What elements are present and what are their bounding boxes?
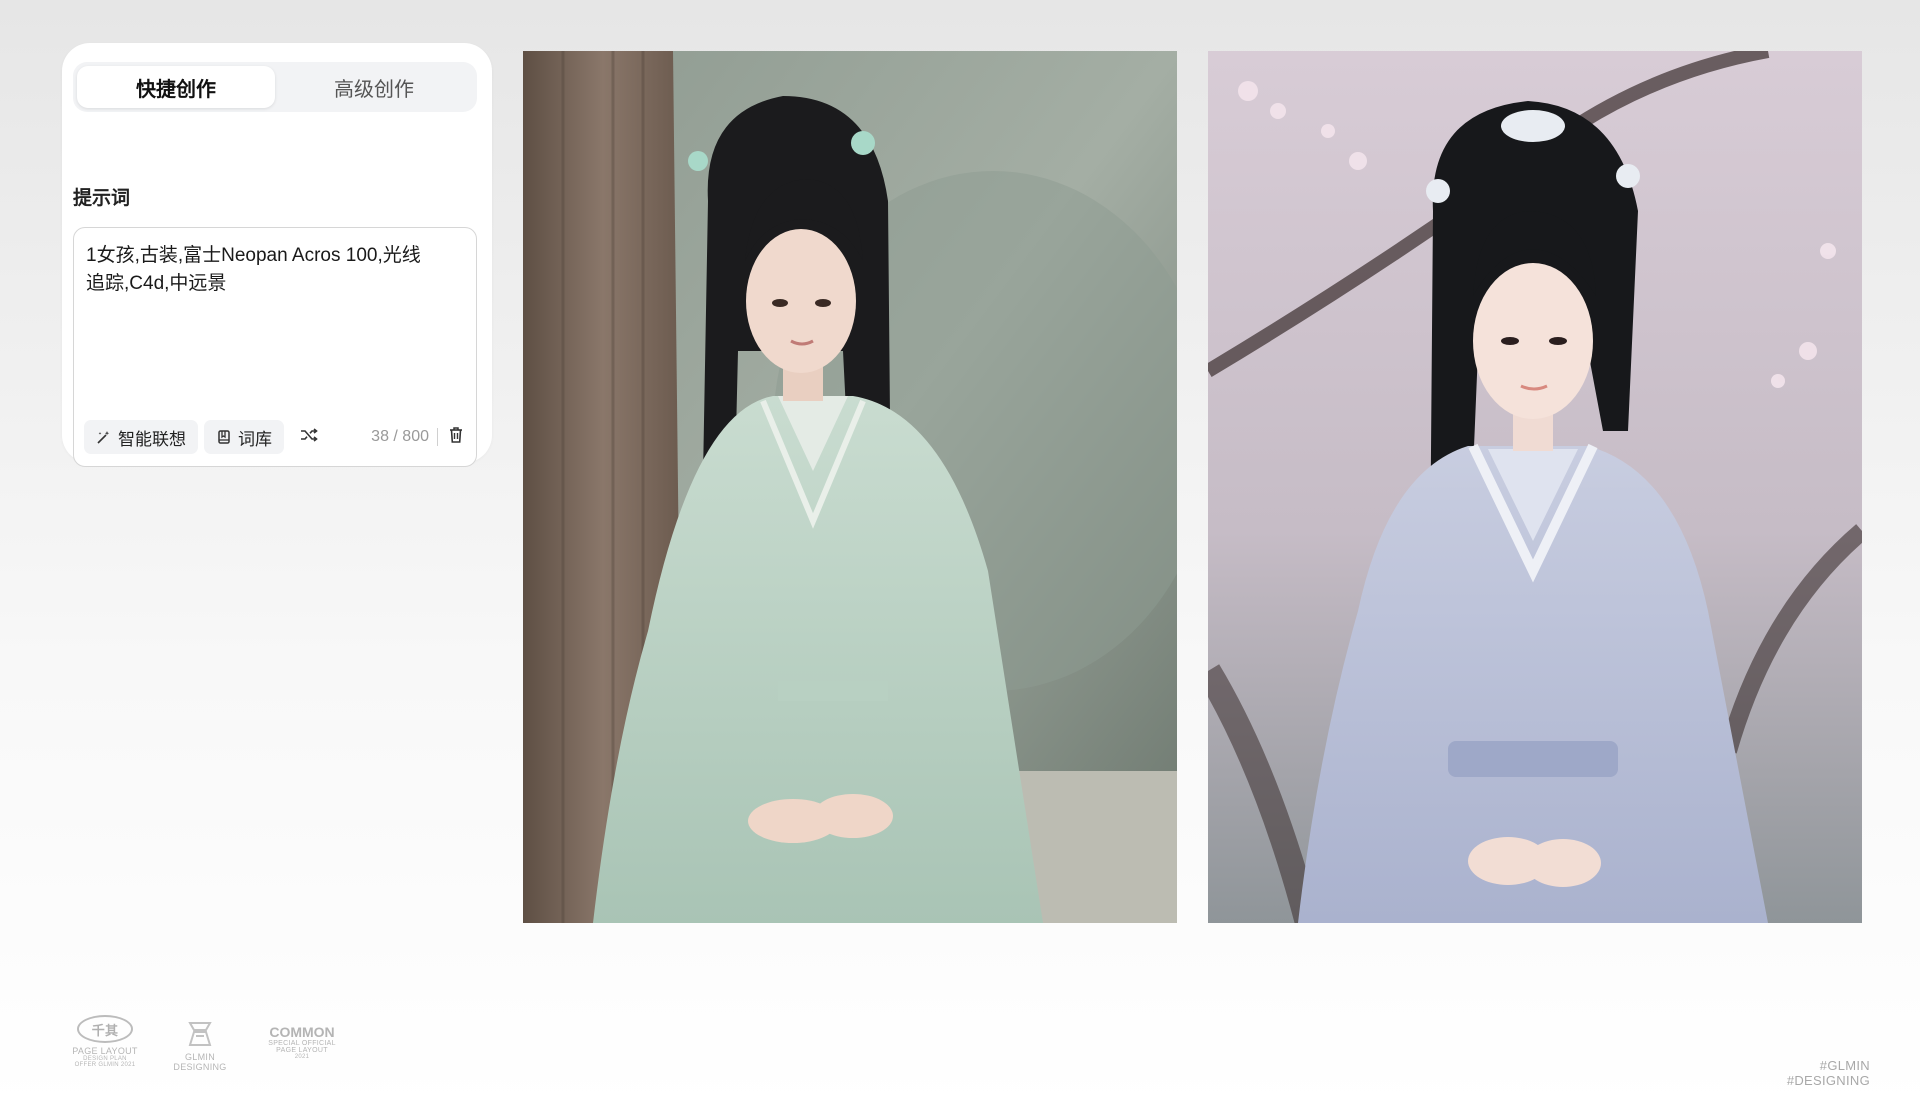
char-counter: 38 / 800 xyxy=(371,428,429,445)
magic-wand-icon xyxy=(96,429,112,445)
logo-mark-oval: 千其 xyxy=(77,1015,133,1043)
footer-logo-page-layout: 千其 PAGE LAYOUT DESIGN PLAN OFFER GLMIN 2… xyxy=(70,1015,140,1068)
logo1-line3: OFFER GLMIN 2021 xyxy=(74,1062,136,1068)
clear-button[interactable] xyxy=(446,426,466,448)
smart-suggest-label: 智能联想 xyxy=(118,429,186,449)
logo3-line1: SPECIAL OFFICIAL xyxy=(268,1040,336,1047)
generated-image-1[interactable] xyxy=(523,51,1177,923)
hashtag-designing: #DESIGNING xyxy=(1786,1073,1870,1088)
tab-advanced-create[interactable]: 高级创作 xyxy=(275,66,473,108)
word-library-label: 词库 xyxy=(238,429,272,449)
shuffle-icon xyxy=(299,427,319,448)
footer-logo-glmin: GLMIN DESIGNING xyxy=(172,1020,228,1072)
prompt-text[interactable]: 1女孩,古装,富士Neopan Acros 100,光线追踪,C4d,中远景 xyxy=(86,242,426,298)
logo2-line1: GLMIN xyxy=(184,1052,215,1062)
trash-icon xyxy=(448,426,464,449)
prompt-toolbar: 智能联想 词库 38 / 800 xyxy=(84,420,466,454)
footer-logo-common: COMMON SPECIAL OFFICIAL PAGE LAYOUT 2021 xyxy=(262,1024,342,1060)
tab-quick-create[interactable]: 快捷创作 xyxy=(77,66,275,108)
hashtag-block: #GLMIN #DESIGNING xyxy=(1787,1058,1870,1088)
smart-suggest-button[interactable]: 智能联想 xyxy=(84,420,198,454)
logo3-line3: 2021 xyxy=(294,1054,310,1060)
glmin-mark-icon xyxy=(186,1020,214,1048)
book-icon xyxy=(216,429,232,445)
logo2-line2: DESIGNING xyxy=(173,1062,227,1072)
logo3-line2: PAGE LAYOUT xyxy=(276,1047,328,1054)
prompt-label: 提示词 xyxy=(73,188,131,209)
shuffle-button[interactable] xyxy=(294,420,324,454)
generated-image-2[interactable] xyxy=(1208,51,1862,923)
hashtag-glmin: #GLMIN xyxy=(1819,1058,1870,1073)
prompt-input[interactable]: 1女孩,古装,富士Neopan Acros 100,光线追踪,C4d,中远景 智… xyxy=(73,227,477,467)
logo3-title: COMMON xyxy=(269,1024,335,1040)
mode-tabs: 快捷创作 高级创作 xyxy=(73,62,477,112)
creation-panel: 快捷创作 高级创作 提示词 1女孩,古装,富士Neopan Acros 100,… xyxy=(62,43,492,467)
word-library-button[interactable]: 词库 xyxy=(204,420,284,454)
toolbar-divider xyxy=(437,428,438,446)
logo1-line1: PAGE LAYOUT xyxy=(72,1046,138,1056)
